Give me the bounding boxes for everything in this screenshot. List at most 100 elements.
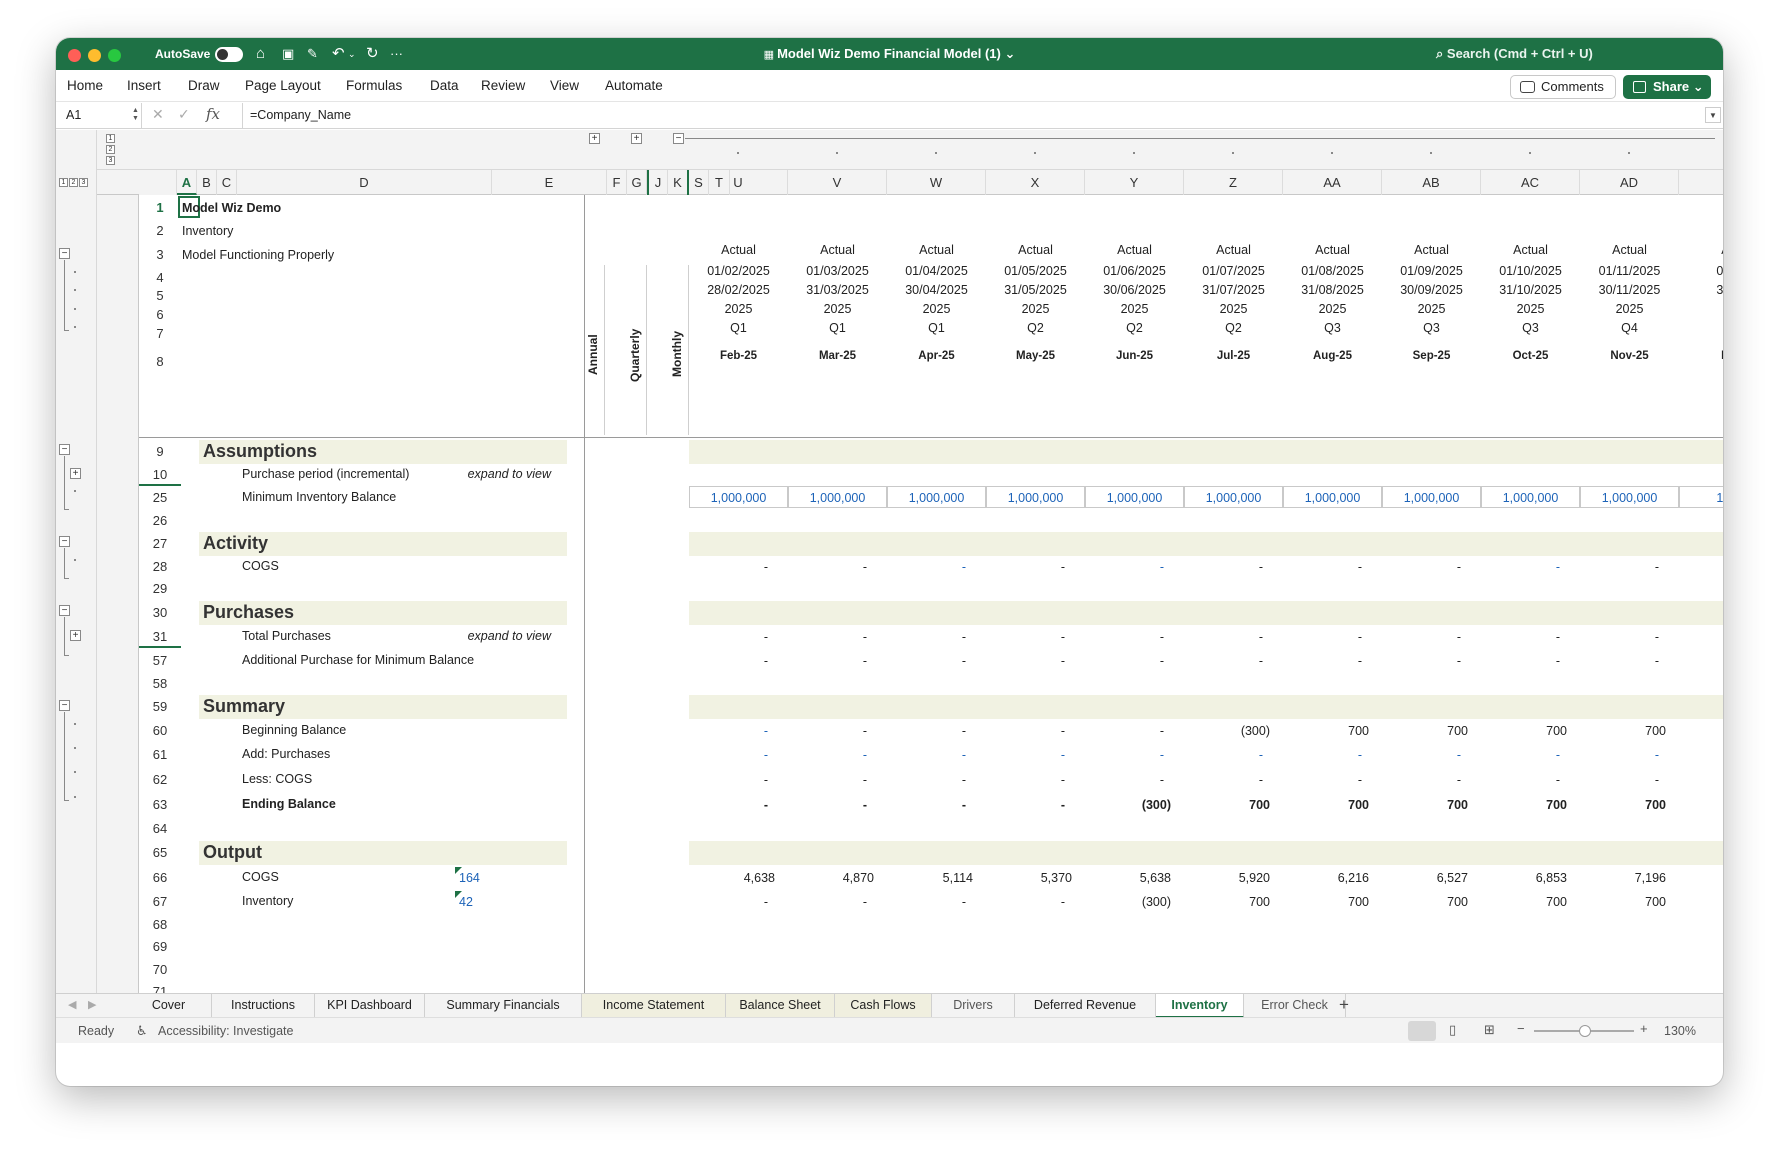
- column-header-D[interactable]: D: [237, 170, 492, 195]
- period-status[interactable]: Actual: [689, 243, 788, 257]
- value-cell[interactable]: -: [669, 798, 768, 812]
- menu-review[interactable]: Review: [481, 78, 525, 93]
- value-cell[interactable]: 6,216: [1270, 871, 1369, 885]
- value-cell[interactable]: -: [1362, 630, 1461, 644]
- value-cell[interactable]: -: [1263, 654, 1362, 668]
- value-cell[interactable]: -: [1263, 560, 1362, 574]
- value-cell[interactable]: -: [1065, 560, 1164, 574]
- period-quarter[interactable]: Q2: [1085, 321, 1184, 335]
- sheet-tab-summary-financials[interactable]: Summary Financials: [425, 994, 582, 1018]
- value-cell[interactable]: -: [867, 630, 966, 644]
- period-label[interactable]: Jun-25: [1085, 350, 1184, 362]
- value-cell[interactable]: -: [1263, 773, 1362, 787]
- value-cell[interactable]: -: [1164, 560, 1263, 574]
- collapse-rows-button[interactable]: −: [59, 248, 70, 259]
- cancel-icon[interactable]: ✕: [152, 106, 164, 123]
- section-heading[interactable]: Assumptions: [203, 441, 317, 462]
- zoom-slider-thumb[interactable]: [1579, 1025, 1591, 1037]
- row-header-65[interactable]: 65: [139, 845, 181, 860]
- period-year[interactable]: 2025: [689, 302, 788, 316]
- period-end[interactable]: 31/1: [1679, 283, 1723, 297]
- value-cell[interactable]: 700: [1468, 895, 1567, 909]
- value-cell[interactable]: (300): [1171, 724, 1270, 738]
- section-heading[interactable]: Purchases: [203, 602, 294, 623]
- value-cell[interactable]: 700: [1171, 798, 1270, 812]
- value-cell[interactable]: -: [1065, 773, 1164, 787]
- row-header-7[interactable]: 7: [139, 326, 181, 341]
- sheet-tab-instructions[interactable]: Instructions: [212, 994, 315, 1018]
- row-header-10[interactable]: 10: [139, 467, 181, 482]
- value-cell[interactable]: -: [1560, 748, 1659, 762]
- value-cell[interactable]: 1,000,000: [689, 491, 788, 505]
- value-cell[interactable]: -: [1263, 748, 1362, 762]
- tab-scroll-left-icon[interactable]: ◀: [68, 998, 76, 1011]
- row-header-27[interactable]: 27: [139, 536, 181, 551]
- value-cell[interactable]: 700: [1270, 798, 1369, 812]
- expand-note[interactable]: expand to view: [461, 629, 551, 643]
- value-cell[interactable]: -: [966, 560, 1065, 574]
- model-check-cell[interactable]: Model Functioning Properly: [182, 248, 334, 262]
- expand-columns-button[interactable]: +: [589, 133, 600, 144]
- sheet-tab-cover[interactable]: Cover: [126, 994, 212, 1018]
- value-cell[interactable]: -: [1461, 773, 1560, 787]
- value-cell[interactable]: 700: [1270, 895, 1369, 909]
- period-end[interactable]: 31/03/2025: [788, 283, 887, 297]
- period-status[interactable]: Actual: [887, 243, 986, 257]
- row-header-28[interactable]: 28: [139, 559, 181, 574]
- column-header-AC[interactable]: AC: [1481, 170, 1580, 195]
- value-cell[interactable]: -: [1164, 630, 1263, 644]
- insert-function-icon[interactable]: fx: [206, 105, 220, 123]
- value-cell[interactable]: 5,114: [874, 871, 973, 885]
- period-start[interactable]: 01/07/2025: [1184, 264, 1283, 278]
- search-box[interactable]: ⌕ Search (Cmd + Ctrl + U): [1436, 46, 1593, 62]
- row-header-67[interactable]: 67: [139, 894, 181, 909]
- value-cell[interactable]: -: [1362, 773, 1461, 787]
- period-year[interactable]: 2025: [986, 302, 1085, 316]
- value-cell[interactable]: 700: [1468, 724, 1567, 738]
- column-header-B[interactable]: B: [197, 170, 217, 195]
- row-header-4[interactable]: 4: [139, 270, 181, 285]
- period-year[interactable]: 2025: [1283, 302, 1382, 316]
- collapse-rows-button[interactable]: −: [59, 700, 70, 711]
- value-cell[interactable]: 1,000,000: [1382, 491, 1481, 505]
- value-cell[interactable]: -: [867, 798, 966, 812]
- value-cell[interactable]: -: [1560, 560, 1659, 574]
- row-header-6[interactable]: 6: [139, 307, 181, 322]
- sheet-tab-drivers[interactable]: Drivers: [932, 994, 1015, 1018]
- value-cell[interactable]: -: [867, 773, 966, 787]
- value-cell[interactable]: -: [768, 748, 867, 762]
- value-cell[interactable]: -: [1164, 654, 1263, 668]
- period-end[interactable]: 30/09/2025: [1382, 283, 1481, 297]
- period-status[interactable]: Actual: [788, 243, 887, 257]
- row-label[interactable]: COGS: [242, 870, 279, 884]
- formula-input[interactable]: =Company_Name: [242, 103, 1701, 128]
- period-year[interactable]: 2025: [1481, 302, 1580, 316]
- expand-columns-button[interactable]: +: [631, 133, 642, 144]
- value-cell[interactable]: 1,000,000: [887, 491, 986, 505]
- period-status[interactable]: Actual: [1580, 243, 1679, 257]
- row-header-29[interactable]: 29: [139, 581, 181, 596]
- value-cell[interactable]: (300): [1072, 798, 1171, 812]
- column-header-J[interactable]: J: [647, 170, 668, 195]
- period-label[interactable]: Aug-25: [1283, 350, 1382, 362]
- value-cell[interactable]: -: [1461, 560, 1560, 574]
- page-break-view-icon[interactable]: ⊞: [1484, 1022, 1495, 1038]
- value-cell[interactable]: 700: [1567, 798, 1666, 812]
- add-sheet-icon[interactable]: +: [1339, 995, 1349, 1015]
- sheet-name-cell[interactable]: Inventory: [182, 224, 233, 238]
- period-label[interactable]: Apr-25: [887, 350, 986, 362]
- row-header-31[interactable]: 31: [139, 629, 181, 644]
- period-end[interactable]: 31/07/2025: [1184, 283, 1283, 297]
- value-cell[interactable]: (300): [1072, 895, 1171, 909]
- period-quarter[interactable]: Q3: [1283, 321, 1382, 335]
- value-cell[interactable]: -: [669, 895, 768, 909]
- value-cell[interactable]: -: [867, 724, 966, 738]
- period-label[interactable]: De: [1679, 350, 1723, 362]
- period-year[interactable]: 2025: [1580, 302, 1679, 316]
- period-year[interactable]: 2025: [1382, 302, 1481, 316]
- row-header-71[interactable]: 71: [139, 984, 181, 993]
- value-cell[interactable]: 700: [1369, 798, 1468, 812]
- value-cell[interactable]: -: [966, 748, 1065, 762]
- period-year[interactable]: 2: [1679, 302, 1723, 316]
- tab-scroll-right-icon[interactable]: ▶: [88, 998, 96, 1011]
